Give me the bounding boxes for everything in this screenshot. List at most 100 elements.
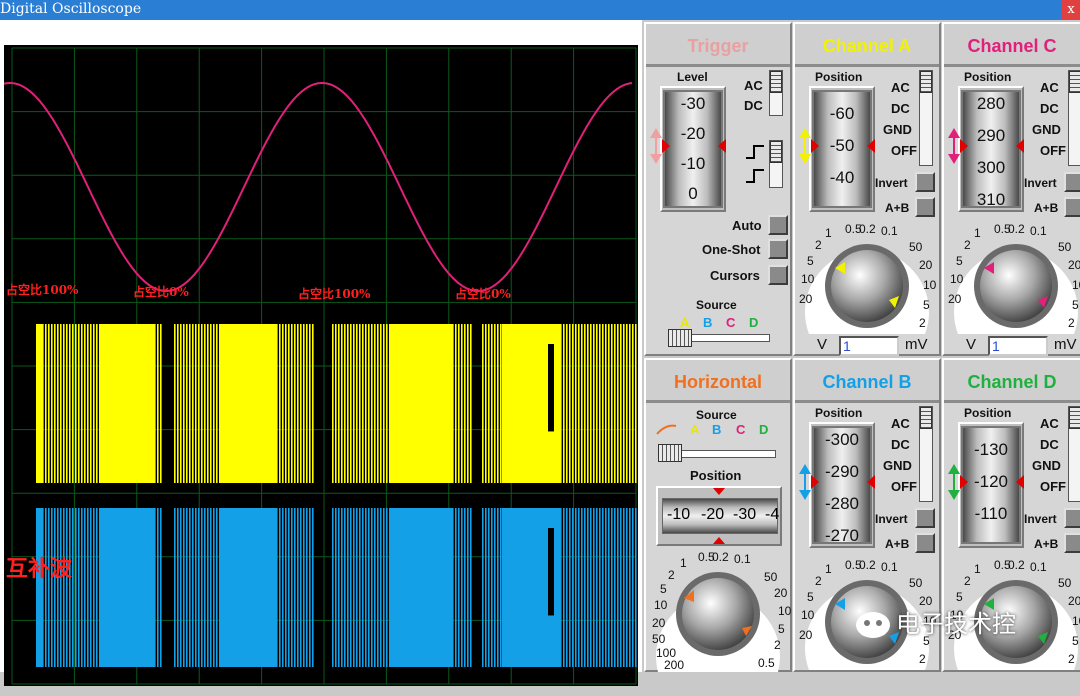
sum-button[interactable] — [1064, 197, 1080, 217]
channel-d-off-label[interactable]: OFF — [1040, 479, 1066, 494]
invert-button[interactable] — [1064, 508, 1080, 528]
dial-scale-label: 20 — [799, 292, 813, 306]
channel-b-trace-pulse — [174, 508, 176, 667]
wechat-icon — [856, 612, 890, 638]
volts-per-div-dial[interactable] — [797, 216, 937, 356]
close-icon[interactable]: x — [1062, 0, 1080, 20]
channel-c-trace-pulse — [608, 324, 610, 483]
volts-per-div-dial[interactable] — [946, 216, 1080, 356]
trigger-coupling-switch[interactable] — [769, 70, 783, 116]
position-tick: -110 — [974, 504, 1008, 523]
channel-c-trace-pulse — [309, 324, 311, 483]
channel-c-trace-pulse — [632, 324, 634, 483]
channel-b-gnd-label[interactable]: GND — [883, 458, 912, 473]
channel-c-trace-pulse — [285, 324, 287, 483]
scope-screen-frame — [0, 20, 642, 686]
one-shot-button[interactable] — [768, 239, 788, 259]
trigger-source-b[interactable]: B — [703, 315, 712, 330]
channel-a-ac-label[interactable]: AC — [891, 80, 910, 95]
sum-button[interactable] — [915, 197, 935, 217]
trigger-source-a[interactable]: A — [680, 315, 689, 330]
horizontal-source-b[interactable]: B — [712, 422, 721, 437]
coupling-switch[interactable] — [919, 70, 933, 166]
volts-knob[interactable] — [797, 216, 937, 356]
sum-button[interactable] — [1064, 533, 1080, 553]
position-label: Position — [964, 406, 1012, 420]
dial-scale-label: 50 — [909, 576, 923, 590]
channel-c-trace-pulse — [356, 324, 358, 483]
channel-c-off-label[interactable]: OFF — [1040, 143, 1066, 158]
channel-c-trace-pulse — [93, 324, 95, 483]
channel-c-trace-pulse — [180, 324, 182, 483]
invert-button[interactable] — [915, 508, 935, 528]
horizontal-source-c[interactable]: C — [736, 422, 745, 437]
position-tick: -60 — [829, 104, 855, 123]
horizontal-source-a[interactable]: A — [690, 422, 699, 437]
horizontal-source-d[interactable]: D — [759, 422, 768, 437]
channel-b-trace-pulse — [347, 508, 349, 667]
invert-button[interactable] — [915, 172, 935, 192]
channel-b-trace-pulse — [590, 508, 592, 667]
annotation-complementary: 互补波 — [6, 557, 73, 582]
one-shot-label: One-Shot — [702, 242, 761, 257]
channel-c-trace-pulse — [380, 324, 382, 483]
channel-c-trace-pulse — [362, 324, 364, 483]
trigger-source-c[interactable]: C — [726, 315, 735, 330]
auto-button[interactable] — [768, 215, 788, 235]
channel-b-trace-pulse — [383, 508, 385, 667]
channel-b-trace-pulse — [566, 508, 568, 667]
channel-c-trace-pulse — [596, 324, 598, 483]
channel-b-trace-pulse — [608, 508, 610, 667]
channel-c-trace-pulse — [81, 324, 83, 483]
channel-d-ac-label[interactable]: AC — [1040, 416, 1059, 431]
channel-a-value-input[interactable]: 1 — [839, 336, 899, 356]
cursors-button[interactable] — [768, 265, 788, 285]
timebase-dial[interactable]: 0.5 0.2 0.1 50 20 10 5 2 1 2 5 10 20 50 … — [648, 548, 791, 672]
volts-knob[interactable] — [946, 216, 1080, 356]
channel-b-trace-solid — [390, 508, 452, 667]
channel-c-trace-pulse — [623, 324, 625, 483]
channel-b-trace-pulse — [605, 508, 607, 667]
channel-a-dc-label[interactable]: DC — [891, 101, 910, 116]
channel-c-gnd-label[interactable]: GND — [1032, 122, 1061, 137]
invert-button[interactable] — [1064, 172, 1080, 192]
channel-b-off-label[interactable]: OFF — [891, 479, 917, 494]
channel-b-trace-pulse — [189, 508, 191, 667]
channel-d-gnd-label[interactable]: GND — [1032, 458, 1061, 473]
channel-b-trace-pulse — [362, 508, 364, 667]
coupling-switch[interactable] — [1068, 70, 1080, 166]
trigger-source-d[interactable]: D — [749, 315, 758, 330]
channel-c-trace-pulse — [575, 324, 577, 483]
channel-c-ac-label[interactable]: AC — [1040, 80, 1059, 95]
coupling-switch[interactable] — [1068, 406, 1080, 502]
sum-label: A+B — [885, 201, 910, 215]
channel-b-ac-label[interactable]: AC — [891, 416, 910, 431]
channel-c-value-input[interactable]: 1 — [988, 336, 1048, 356]
channel-b-trace-pulse — [63, 508, 65, 667]
channel-b-dc-label[interactable]: DC — [891, 437, 910, 452]
channel-b-trace-pulse — [593, 508, 595, 667]
dial-scale-label: 0.2 — [859, 558, 876, 572]
channel-c-dc-label[interactable]: DC — [1040, 101, 1059, 116]
trigger-source-slider[interactable] — [668, 329, 692, 347]
channel-c-trace-pulse — [312, 324, 314, 483]
channel-a-off-label[interactable]: OFF — [891, 143, 917, 158]
channel-c-trace-pulse — [60, 324, 62, 483]
annotation-duty-0-1: 占空比0% — [133, 285, 189, 299]
channel-a-gnd-label[interactable]: GND — [883, 122, 912, 137]
channel-c-trace-pulse — [198, 324, 200, 483]
coupling-switch[interactable] — [919, 406, 933, 502]
channel-d-dc-label[interactable]: DC — [1040, 437, 1059, 452]
channel-b-trace-pulse — [575, 508, 577, 667]
trigger-edge-switch[interactable] — [769, 140, 783, 188]
channel-c-trace-pulse — [84, 324, 86, 483]
channel-b-trace-pulse — [581, 508, 583, 667]
channel-b-trace-pulse — [386, 508, 388, 667]
channel-b-trace-pulse — [344, 508, 346, 667]
channel-c-trace-pulse — [383, 324, 385, 483]
channel-c-trace-pulse — [213, 324, 215, 483]
horizontal-source-slider[interactable] — [658, 444, 682, 462]
channel-b-trace-pulse — [297, 508, 299, 667]
dial-scale-label: 2 — [815, 574, 822, 588]
sum-button[interactable] — [915, 533, 935, 553]
